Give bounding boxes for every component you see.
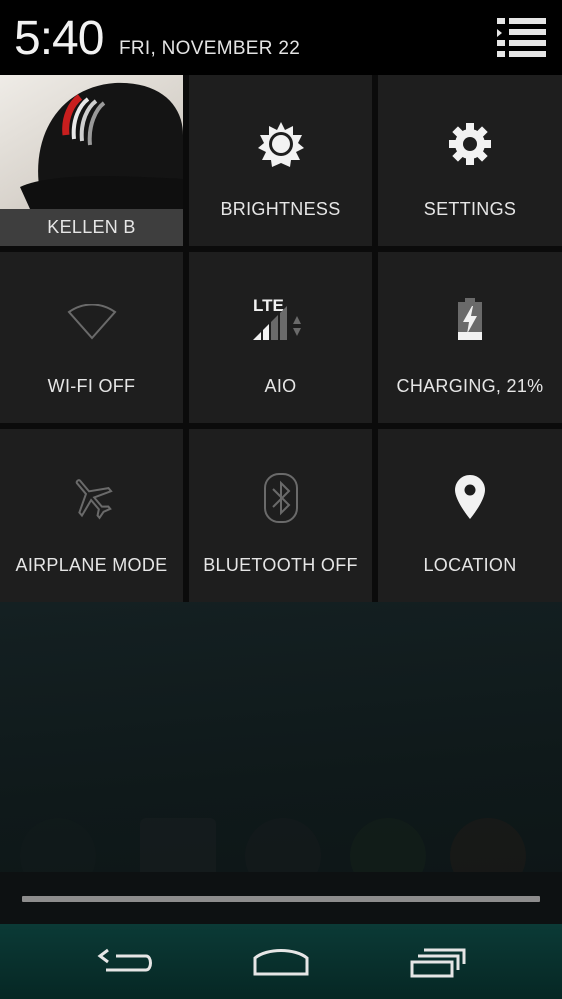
user-name-bar: KELLEN B — [0, 209, 183, 246]
location-label: LOCATION — [423, 555, 517, 575]
brightness-label: BRIGHTNESS — [220, 199, 341, 219]
settings-label: SETTINGS — [423, 199, 517, 219]
tile-location[interactable]: LOCATION — [378, 429, 562, 602]
quick-settings-panel: KELLEN B BRIGHTNESS SETTINGS WI-FI OFF L… — [0, 75, 562, 602]
date: FRI, NOVEMBER 22 — [119, 38, 301, 59]
navigation-bar — [0, 924, 562, 999]
user-name: KELLEN B — [47, 217, 136, 237]
bluetooth-label: BLUETOOTH OFF — [203, 555, 358, 575]
bluetooth-icon — [263, 473, 298, 528]
tile-mobile-data[interactable]: LTE AIO — [189, 252, 372, 423]
clock: 5:40 — [14, 12, 104, 65]
gear-icon — [449, 123, 491, 170]
shade-drag-handle[interactable] — [22, 896, 540, 902]
tile-brightness[interactable]: BRIGHTNESS — [189, 75, 372, 246]
battery-label: CHARGING, 21% — [396, 376, 544, 396]
wifi-label: WI-FI OFF — [47, 376, 136, 396]
user-photo — [0, 75, 183, 209]
tile-user[interactable]: KELLEN B — [0, 75, 183, 246]
mobile-data-label: AIO — [264, 376, 297, 396]
back-icon[interactable] — [86, 940, 166, 984]
dimmed-home-screen — [0, 602, 562, 924]
tile-wifi[interactable]: WI-FI OFF — [0, 252, 183, 423]
signal-icon: LTE — [252, 296, 309, 347]
network-type: LTE — [253, 296, 284, 315]
brightness-icon — [257, 121, 304, 172]
battery-charging-icon — [457, 298, 483, 345]
status-bar: 5:40 FRI, NOVEMBER 22 — [0, 0, 562, 75]
tile-bluetooth[interactable]: BLUETOOTH OFF — [189, 429, 372, 602]
tile-airplane[interactable]: AIRPLANE MODE — [0, 429, 183, 602]
tile-battery[interactable]: CHARGING, 21% — [378, 252, 562, 423]
airplane-icon — [69, 475, 115, 526]
recents-icon[interactable] — [400, 940, 480, 984]
airplane-label: AIRPLANE MODE — [15, 555, 168, 575]
tile-settings[interactable]: SETTINGS — [378, 75, 562, 246]
home-icon[interactable] — [241, 940, 321, 984]
location-pin-icon — [455, 475, 485, 524]
wifi-off-icon — [67, 303, 117, 345]
notification-list-icon[interactable] — [497, 16, 549, 60]
